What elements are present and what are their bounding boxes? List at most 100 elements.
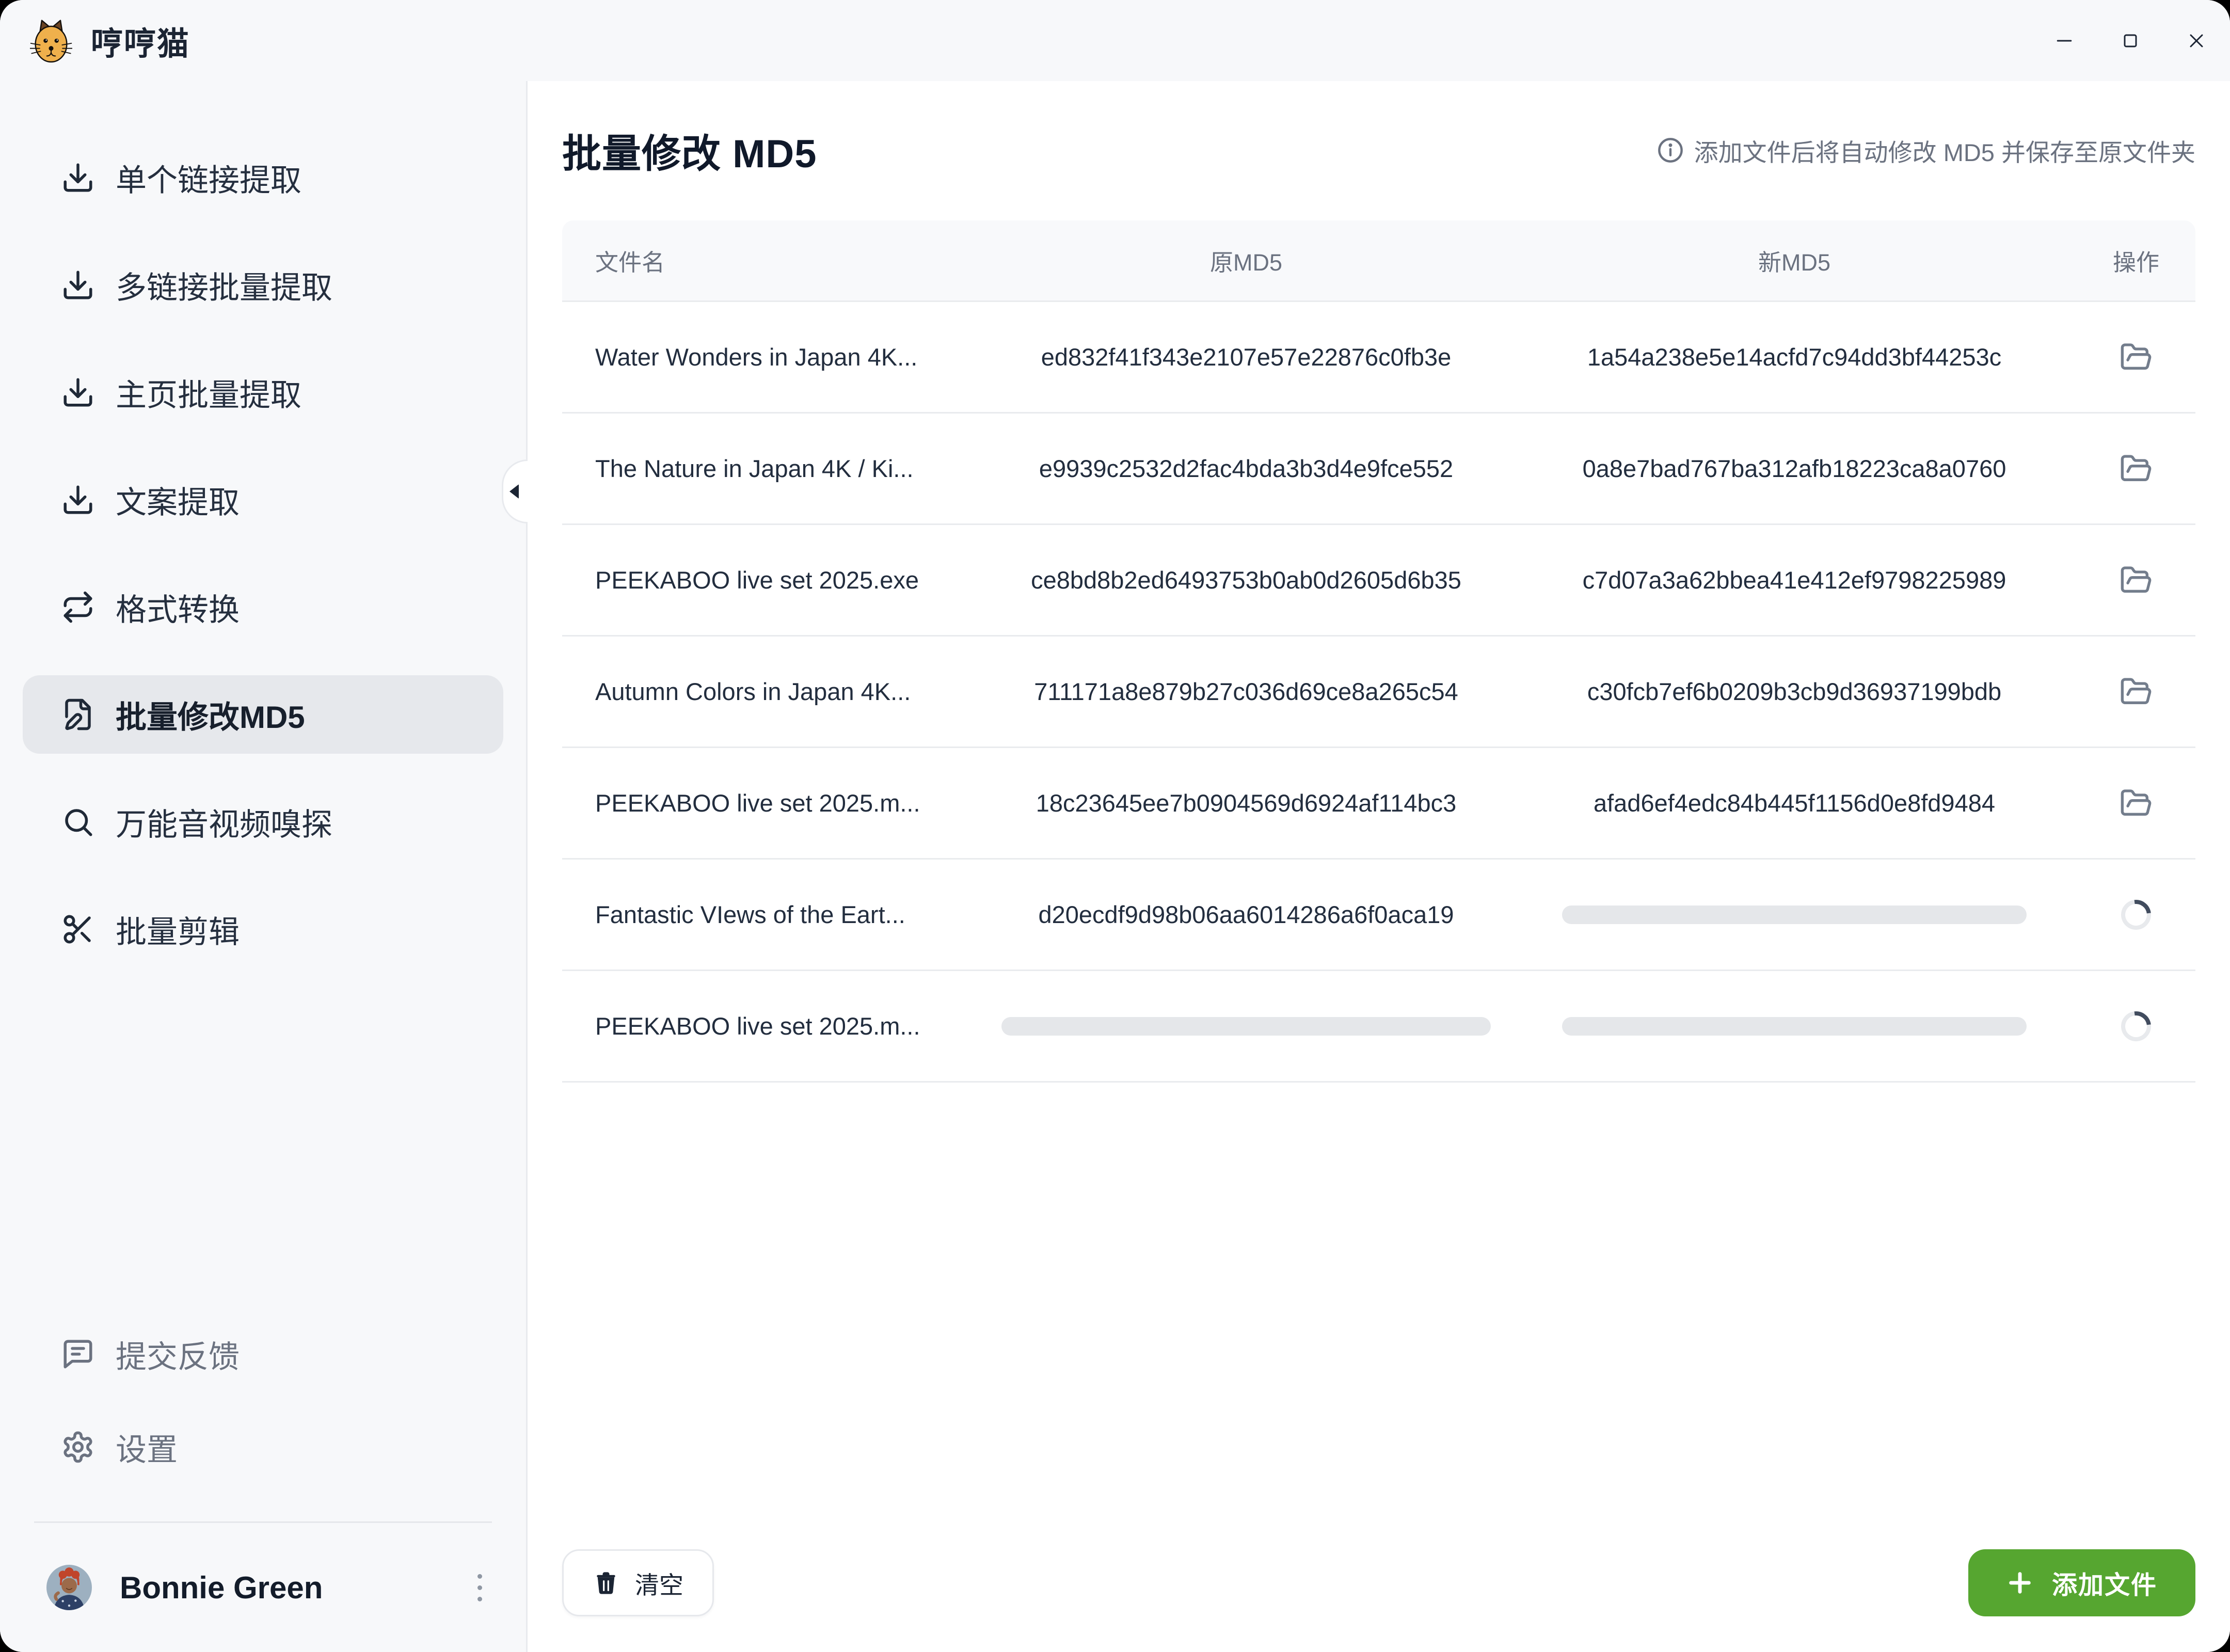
old-md5: 18c23645ee7b0904569d6924af114bc3 <box>996 789 1496 817</box>
search-icon <box>61 805 95 839</box>
processing-spinner-icon <box>2115 1005 2157 1047</box>
open-folder-button[interactable] <box>2118 339 2154 375</box>
table-row: Autumn Colors in Japan 4K... 711171a8e87… <box>562 637 2195 748</box>
clear-button-label: 清空 <box>635 1565 683 1601</box>
download-icon <box>61 161 95 195</box>
new-md5: c30fcb7ef6b0209b3cb9d36937199bdb <box>1496 677 2092 706</box>
file-name: Fantastic VIews of the Eart... <box>562 900 996 929</box>
old-md5: e9939c2532d2fac4bda3b3d4e9fce552 <box>996 454 1496 483</box>
file-name: PEEKABOO live set 2025.m... <box>562 789 996 817</box>
cat-logo-icon <box>30 12 72 69</box>
folder-open-icon <box>2120 452 2153 485</box>
maximize-button[interactable] <box>2118 29 2142 53</box>
convert-icon <box>61 590 95 624</box>
old-md5: ed832f41f343e2107e57e22876c0fb3e <box>996 343 1496 371</box>
plus-icon <box>2006 1569 2033 1596</box>
file-name: PEEKABOO live set 2025.exe <box>562 566 996 594</box>
file-name: Water Wonders in Japan 4K... <box>562 343 996 371</box>
sidebar-item-media-sniffer[interactable]: 万能音视频嗅探 <box>23 783 503 861</box>
avatar <box>46 1565 92 1610</box>
progress-placeholder <box>1562 1017 2027 1036</box>
old-md5: ce8bd8b2ed6493753b0ab0d2605d6b35 <box>996 566 1496 594</box>
minimize-button[interactable] <box>2052 29 2076 53</box>
close-button[interactable] <box>2185 29 2208 53</box>
column-header-action: 操作 <box>2092 244 2195 277</box>
sidebar-item-label: 单个链接提取 <box>116 155 301 200</box>
chevron-left-icon <box>509 484 519 499</box>
new-md5: 1a54a238e5e14acfd7c94dd3bf44253c <box>1496 343 2092 371</box>
sidebar-item-settings[interactable]: 设置 <box>23 1408 503 1486</box>
table-header: 文件名 原MD5 新MD5 操作 <box>562 220 2195 302</box>
sidebar-item-label: 批量剪辑 <box>116 907 240 952</box>
column-header-filename: 文件名 <box>562 244 996 277</box>
column-header-old-md5: 原MD5 <box>996 244 1496 277</box>
download-icon <box>61 268 95 302</box>
auto-modify-hint: 添加文件后将自动修改 MD5 并保存至原文件夹 <box>1657 133 2195 168</box>
add-files-button[interactable]: 添加文件 <box>1968 1549 2195 1616</box>
app-window: 哼哼猫 单个链接提取 多链接批量提取 <box>0 0 2230 1652</box>
processing-spinner-icon <box>2115 894 2157 935</box>
old-md5: d20ecdf9d98b06aa6014286a6f0aca19 <box>996 900 1496 929</box>
title-bar: 哼哼猫 <box>0 0 2230 81</box>
sidebar-item-batch-clip[interactable]: 批量剪辑 <box>23 890 503 968</box>
table-row: Fantastic VIews of the Eart... d20ecdf9d… <box>562 860 2195 971</box>
sidebar-item-label: 批量修改MD5 <box>116 692 305 737</box>
sidebar-item-single-link-extract[interactable]: 单个链接提取 <box>23 138 503 217</box>
main-panel: 批量修改 MD5 添加文件后将自动修改 MD5 并保存至原文件夹 文件名 原MD… <box>528 81 2230 1652</box>
sidebar-item-label: 格式转换 <box>116 585 240 630</box>
actions-bar: 清空 添加文件 <box>562 1549 2195 1616</box>
sidebar-item-label: 主页批量提取 <box>116 370 301 415</box>
table-row: PEEKABOO live set 2025.m... 18c23645ee7b… <box>562 748 2195 860</box>
open-folder-button[interactable] <box>2118 451 2154 487</box>
file-name: The Nature in Japan 4K / Ki... <box>562 454 996 483</box>
sidebar-item-batch-modify-md5[interactable]: 批量修改MD5 <box>23 675 503 754</box>
sidebar-collapse-handle[interactable] <box>502 459 528 523</box>
sidebar-item-multi-link-extract[interactable]: 多链接批量提取 <box>23 246 503 324</box>
new-md5: 0a8e7bad767ba312afb18223ca8a0760 <box>1496 454 2092 483</box>
sidebar-item-label: 提交反馈 <box>116 1332 240 1377</box>
folder-open-icon <box>2120 341 2153 374</box>
scissors-icon <box>61 912 95 946</box>
sidebar-item-format-convert[interactable]: 格式转换 <box>23 568 503 646</box>
progress-placeholder <box>1562 906 2027 924</box>
column-header-new-md5: 新MD5 <box>1496 244 2092 277</box>
file-name: Autumn Colors in Japan 4K... <box>562 677 996 706</box>
sidebar-item-label: 万能音视频嗅探 <box>116 800 332 845</box>
new-md5: c7d07a3a62bbea41e412ef9798225989 <box>1496 566 2092 594</box>
folder-open-icon <box>2120 787 2153 820</box>
sidebar-item-label: 多链接批量提取 <box>116 263 332 308</box>
hint-text: 添加文件后将自动修改 MD5 并保存至原文件夹 <box>1694 133 2195 168</box>
open-folder-button[interactable] <box>2118 562 2154 598</box>
old-md5: 711171a8e879b27c036d69ce8a265c54 <box>996 677 1496 706</box>
file-name: PEEKABOO live set 2025.m... <box>562 1012 996 1040</box>
trash-icon <box>593 1569 619 1596</box>
table-row: The Nature in Japan 4K / Ki... e9939c253… <box>562 414 2195 525</box>
user-row: Bonnie Green <box>23 1523 503 1652</box>
progress-placeholder <box>1001 1017 1491 1036</box>
download-icon <box>61 483 95 517</box>
sidebar-item-label: 设置 <box>116 1425 178 1470</box>
app-title: 哼哼猫 <box>91 18 190 64</box>
table-row: Water Wonders in Japan 4K... ed832f41f34… <box>562 302 2195 414</box>
clear-button[interactable]: 清空 <box>562 1549 714 1616</box>
open-folder-button[interactable] <box>2118 674 2154 710</box>
user-menu-button[interactable] <box>464 1564 495 1611</box>
file-edit-icon <box>61 697 95 732</box>
table-row: PEEKABOO live set 2025.exe ce8bd8b2ed649… <box>562 525 2195 637</box>
download-icon <box>61 375 95 409</box>
folder-open-icon <box>2120 675 2153 708</box>
sidebar-item-homepage-batch-extract[interactable]: 主页批量提取 <box>23 353 503 432</box>
sidebar-item-feedback[interactable]: 提交反馈 <box>23 1315 503 1393</box>
gear-icon <box>61 1430 95 1464</box>
sidebar-item-label: 文案提取 <box>116 478 240 522</box>
add-files-button-label: 添加文件 <box>2052 1565 2157 1601</box>
user-name: Bonnie Green <box>120 1570 464 1606</box>
sidebar-item-copywriting-extract[interactable]: 文案提取 <box>23 460 503 539</box>
new-md5: afad6ef4edc84b445f1156d0e8fd9484 <box>1496 789 2092 817</box>
info-icon <box>1657 137 1684 164</box>
table-row: PEEKABOO live set 2025.m... <box>562 971 2195 1083</box>
md5-table: 文件名 原MD5 新MD5 操作 Water Wonders in Japan … <box>562 220 2195 1083</box>
folder-open-icon <box>2120 564 2153 597</box>
sidebar: 单个链接提取 多链接批量提取 主页批量提取 文案提取 <box>0 81 528 1652</box>
open-folder-button[interactable] <box>2118 785 2154 821</box>
